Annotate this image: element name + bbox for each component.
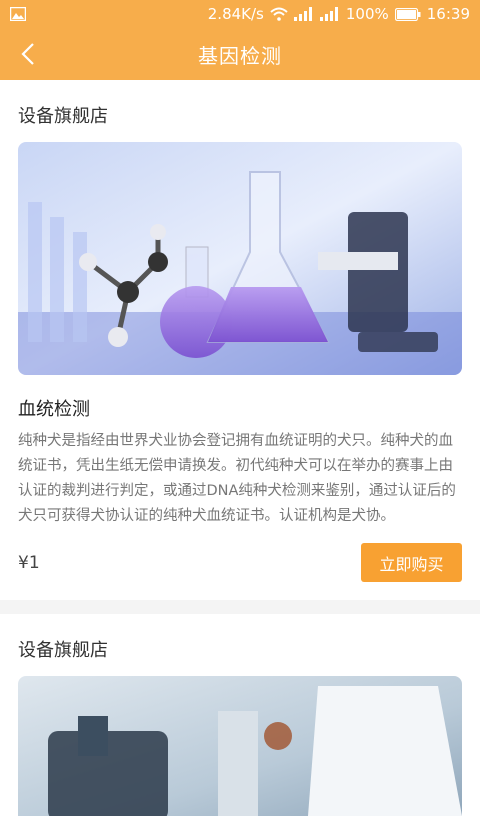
gallery-icon: [10, 7, 26, 21]
battery-percent: 100%: [345, 5, 389, 23]
store-name[interactable]: 设备旗舰店: [18, 102, 462, 128]
page-title: 基因检测: [198, 43, 282, 68]
product-description: 纯种犬是指经由世界犬业协会登记拥有血统证明的犬只。纯种犬的血统证书，凭出生纸无偿…: [18, 433, 456, 524]
price: ¥1: [18, 552, 40, 573]
product-image-lab-microscope[interactable]: [18, 676, 462, 816]
product-image-lab-glassware[interactable]: [18, 142, 462, 375]
product-card[interactable]: 设备旗舰店: [0, 614, 480, 816]
status-bar: 2.84K/s 100% 16:39: [0, 0, 480, 28]
network-speed: 2.84K/s: [207, 5, 264, 23]
signal-icon-2: [319, 7, 338, 21]
clock: 16:39: [426, 5, 470, 23]
product-card[interactable]: 设备旗舰店: [0, 80, 480, 600]
app-header: 基因检测: [0, 28, 480, 80]
card-footer: ¥1 立即购买: [18, 543, 462, 582]
store-name[interactable]: 设备旗舰店: [18, 636, 462, 662]
signal-icon: [293, 7, 312, 21]
battery-icon: [394, 7, 421, 21]
product-title[interactable]: 血统检测: [18, 395, 462, 421]
buy-now-button[interactable]: 立即购买: [361, 543, 462, 582]
back-arrow-icon: [21, 43, 34, 65]
back-button[interactable]: [6, 28, 50, 80]
wifi-icon: [270, 7, 288, 21]
